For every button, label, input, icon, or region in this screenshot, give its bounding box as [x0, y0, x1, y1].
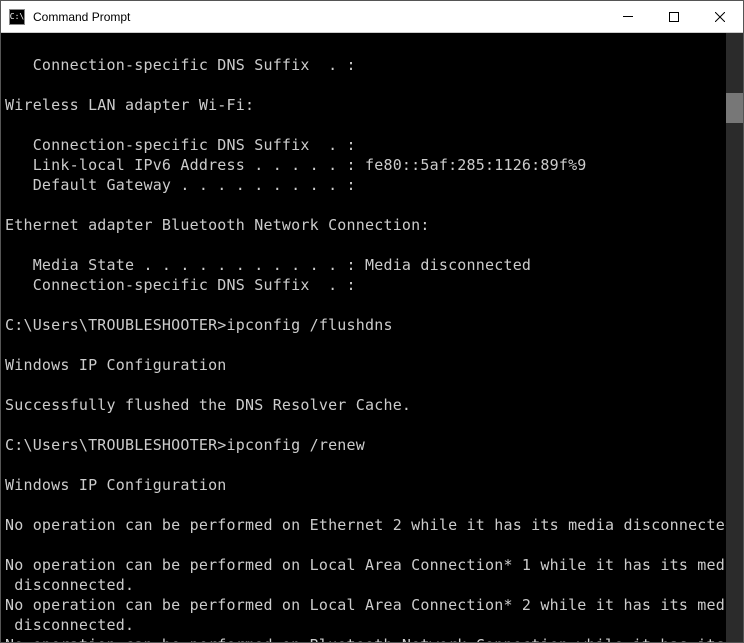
scrollbar-thumb[interactable] — [726, 93, 743, 123]
app-icon: C:\ — [9, 9, 25, 25]
window-controls — [605, 1, 743, 33]
maximize-button[interactable] — [651, 1, 697, 33]
console-area: Connection-specific DNS Suffix . : Wirel… — [1, 33, 743, 642]
window-title: Command Prompt — [33, 10, 605, 24]
console-output[interactable]: Connection-specific DNS Suffix . : Wirel… — [1, 33, 726, 642]
maximize-icon — [669, 12, 679, 22]
minimize-icon — [623, 16, 633, 17]
close-icon — [715, 12, 725, 22]
command-prompt-window: C:\ Command Prompt Connection-specific D… — [0, 0, 744, 643]
titlebar[interactable]: C:\ Command Prompt — [1, 1, 743, 33]
vertical-scrollbar[interactable] — [726, 33, 743, 642]
close-button[interactable] — [697, 1, 743, 33]
minimize-button[interactable] — [605, 1, 651, 33]
